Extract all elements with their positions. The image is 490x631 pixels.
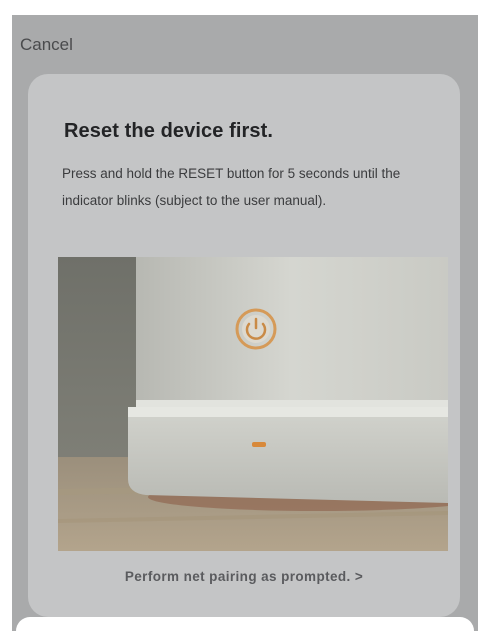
card-title: Reset the device first. — [64, 120, 274, 142]
net-pairing-link[interactable]: Perform net pairing as prompted. > — [28, 569, 460, 584]
device-photo — [58, 257, 448, 551]
modal-overlay: Cancel Reset the device first. Press and… — [12, 15, 478, 631]
power-icon — [235, 308, 277, 350]
device-upper-body — [136, 257, 448, 402]
cancel-button[interactable]: Cancel — [20, 35, 73, 55]
indicator-light — [252, 442, 266, 447]
device-illustration — [58, 257, 448, 551]
card-description: Press and hold the RESET button for 5 se… — [62, 166, 401, 208]
device-lower-body — [128, 407, 448, 503]
reset-instruction-card: Reset the device first. Press and hold t… — [28, 74, 460, 617]
bottom-sheet — [16, 617, 474, 631]
